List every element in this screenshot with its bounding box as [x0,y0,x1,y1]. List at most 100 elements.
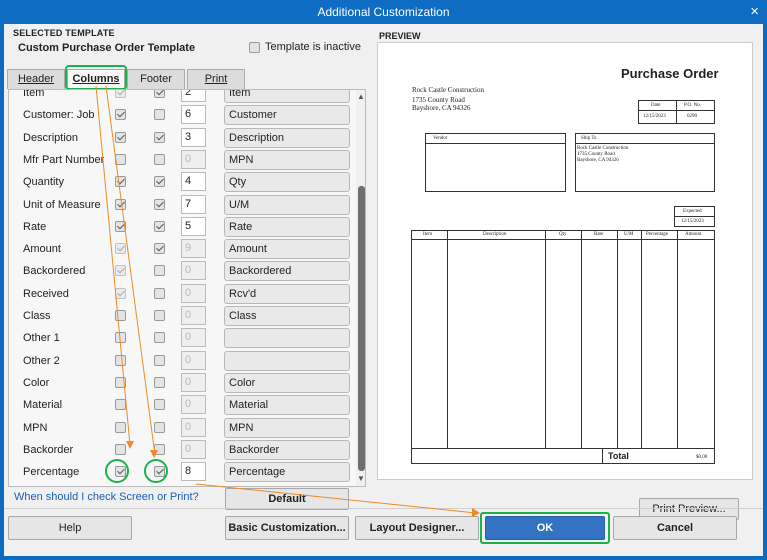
screen-checkbox[interactable] [115,421,126,433]
screen-checkbox[interactable] [115,376,126,388]
order-field[interactable]: 0 [181,395,206,415]
title-field[interactable]: MPN [224,417,350,438]
title-field[interactable]: Color [224,372,350,393]
scroll-up-icon[interactable]: ▲ [357,92,365,101]
title-field[interactable] [224,350,350,371]
title-field[interactable]: Item [224,90,350,103]
tab-header[interactable]: Header [7,69,65,89]
title-field[interactable] [224,328,350,349]
tab-print[interactable]: Print [187,69,245,89]
basic-customization-button[interactable]: Basic Customization... [225,516,349,540]
title-field[interactable]: Class [224,306,350,326]
screen-checkbox[interactable] [115,243,126,255]
print-checkbox[interactable] [154,153,165,165]
screen-checkbox[interactable] [115,109,126,121]
panel-scrollbar[interactable]: ▲ ▼ [356,90,365,486]
column-row: MPN 0 MPN [9,417,354,439]
column-row-label: Material [23,399,63,412]
template-inactive-checkbox[interactable] [249,42,260,53]
order-field[interactable]: 0 [181,439,206,459]
screen-checkbox[interactable] [115,265,126,277]
screen-checkbox[interactable] [115,90,126,98]
col-sep-1 [447,230,448,448]
column-row-label: Backordered [23,265,86,278]
screen-checkbox[interactable] [115,176,126,188]
screen-checkbox[interactable] [115,399,126,411]
title-field[interactable]: Amount [224,239,350,260]
order-field[interactable]: 0 [181,417,206,437]
layout-designer-button[interactable]: Layout Designer... [355,516,479,540]
column-row: Backordered 0 Backordered [9,260,354,282]
default-button[interactable]: Default [225,488,349,510]
title-field[interactable]: Rate [224,216,350,237]
print-checkbox[interactable] [154,287,165,299]
screen-checkbox[interactable] [115,198,126,210]
print-checkbox[interactable] [154,354,165,366]
column-row-label: Received [23,287,69,300]
print-checkbox[interactable] [154,376,165,388]
screen-checkbox[interactable] [115,332,126,344]
title-field[interactable]: Rcv'd [224,283,350,304]
print-checkbox[interactable] [154,90,165,98]
print-checkbox[interactable] [154,310,165,321]
print-checkbox[interactable] [154,176,165,188]
order-field[interactable]: 7 [181,194,206,214]
screen-checkbox[interactable] [115,310,126,321]
company-address-2: Bayshore, CA 94326 [412,104,471,112]
order-field[interactable]: 0 [181,328,206,348]
title-field[interactable]: Backorder [224,439,350,460]
order-field[interactable]: 0 [181,306,206,325]
title-field[interactable]: Description [224,127,350,148]
screen-checkbox[interactable] [115,220,126,232]
print-checkbox[interactable] [154,109,165,121]
order-field[interactable]: 9 [181,239,206,259]
order-field[interactable]: 0 [181,149,206,169]
title-field[interactable]: MPN [224,149,350,170]
screen-checkbox[interactable] [115,443,126,455]
screen-checkbox[interactable] [115,287,126,299]
screen-print-help-link[interactable]: When should I check Screen or Print? [14,491,199,503]
screen-checkbox[interactable] [115,131,126,143]
title-field[interactable]: Backordered [224,261,350,282]
scroll-thumb[interactable] [358,186,365,471]
print-checkbox[interactable] [154,131,165,143]
column-row-label: Quantity [23,176,64,189]
scroll-down-icon[interactable]: ▼ [357,474,365,483]
print-checkbox[interactable] [154,399,165,411]
col-percentage: Percentage [646,232,668,237]
screen-checkbox[interactable] [115,354,126,366]
screen-checkbox[interactable] [115,153,126,165]
title-field[interactable]: U/M [224,194,350,215]
order-field[interactable]: 5 [181,216,206,236]
screen-checkbox-highlight [105,459,129,483]
column-row: Mfr Part Number 0 MPN [9,149,354,171]
title-field[interactable]: Material [224,395,350,416]
close-icon[interactable]: × [750,0,759,24]
cancel-button[interactable]: Cancel [613,516,737,540]
help-button[interactable]: Help [8,516,132,540]
title-field[interactable]: Customer [224,105,350,126]
order-field[interactable]: 6 [181,105,206,125]
print-checkbox[interactable] [154,443,165,455]
order-field[interactable]: 0 [181,372,206,392]
ok-button-highlight [480,512,610,544]
order-field[interactable]: 2 [181,90,206,102]
order-field[interactable]: 3 [181,127,206,147]
print-checkbox[interactable] [154,332,165,344]
print-checkbox[interactable] [154,421,165,433]
tab-footer[interactable]: Footer [127,69,185,89]
order-field[interactable]: 4 [181,172,206,192]
print-checkbox[interactable] [154,198,165,210]
title-field[interactable]: Qty [224,172,350,193]
print-checkbox[interactable] [154,220,165,232]
column-row: Item 2 Item [9,90,354,104]
print-checkbox[interactable] [154,243,165,255]
order-field[interactable]: 0 [181,261,206,281]
title-field[interactable]: Percentage [224,462,350,483]
column-row-label: Class [23,310,51,322]
print-checkbox[interactable] [154,265,165,277]
order-field[interactable]: 0 [181,283,206,303]
order-field[interactable]: 0 [181,350,206,370]
order-field[interactable]: 8 [181,462,206,482]
total-label: Total [608,451,629,461]
